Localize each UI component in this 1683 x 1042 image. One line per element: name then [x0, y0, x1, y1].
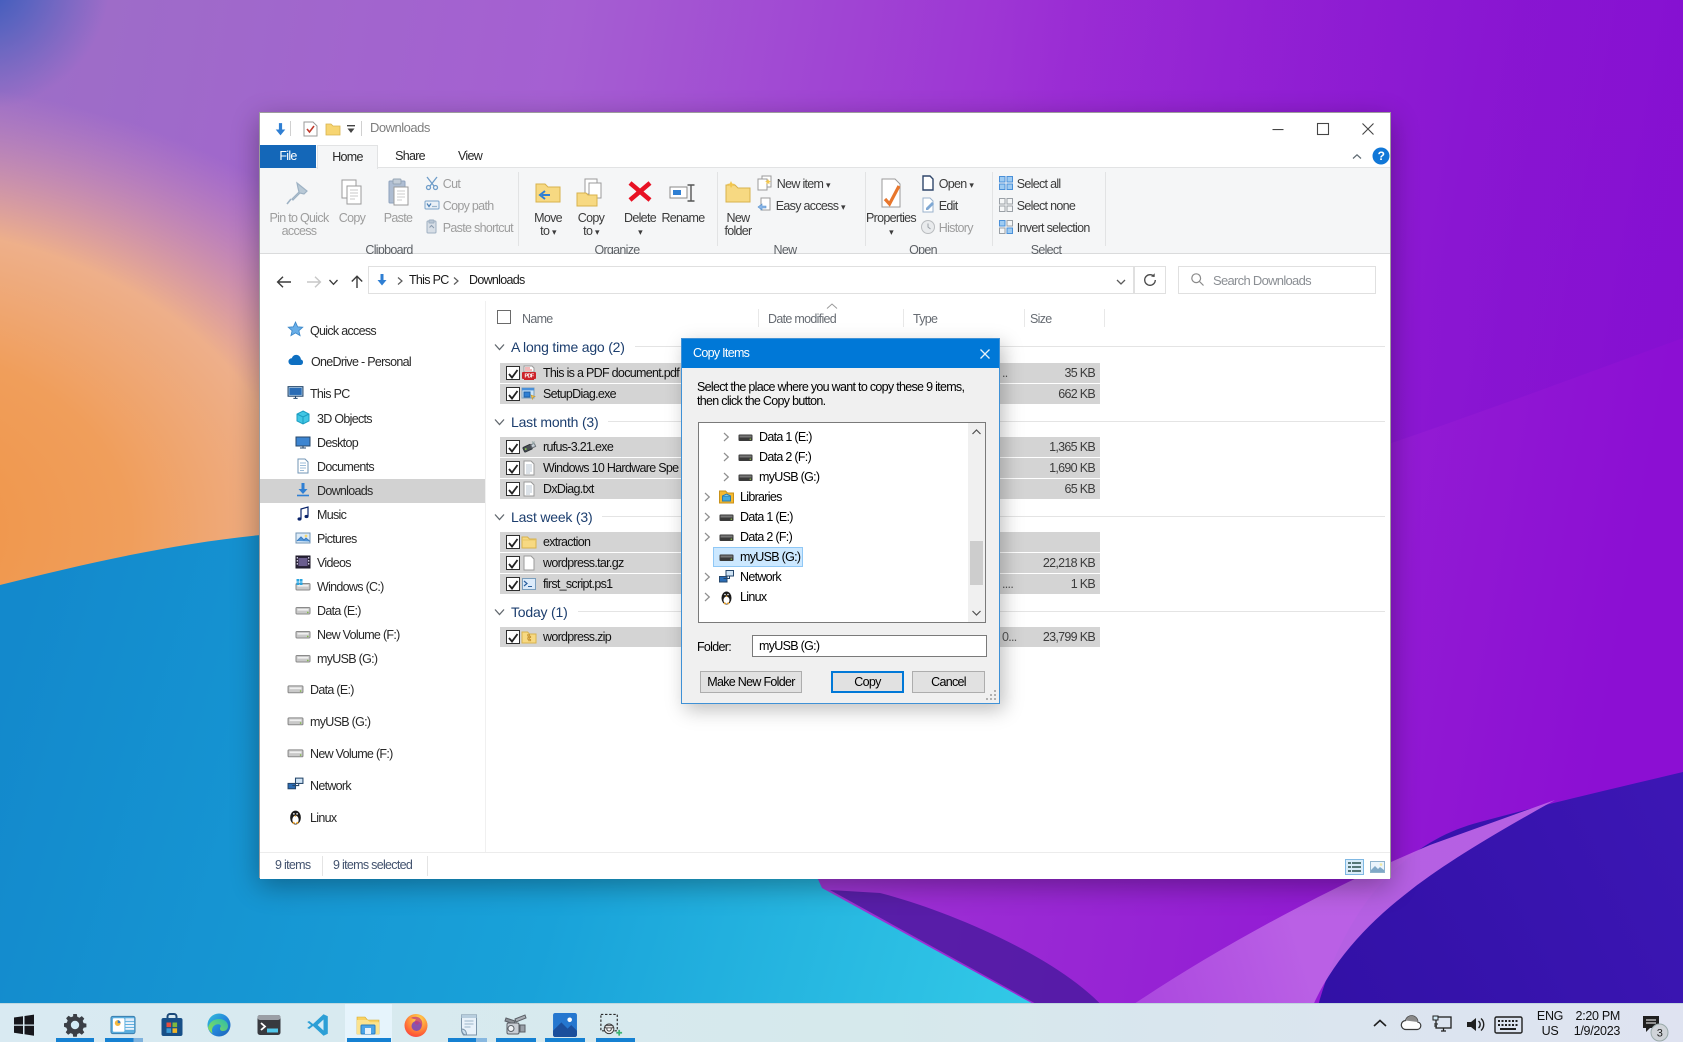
- svg-text:?: ?: [1378, 149, 1385, 163]
- svg-text:PDF: PDF: [525, 374, 535, 380]
- svg-text:3: 3: [1657, 1028, 1663, 1040]
